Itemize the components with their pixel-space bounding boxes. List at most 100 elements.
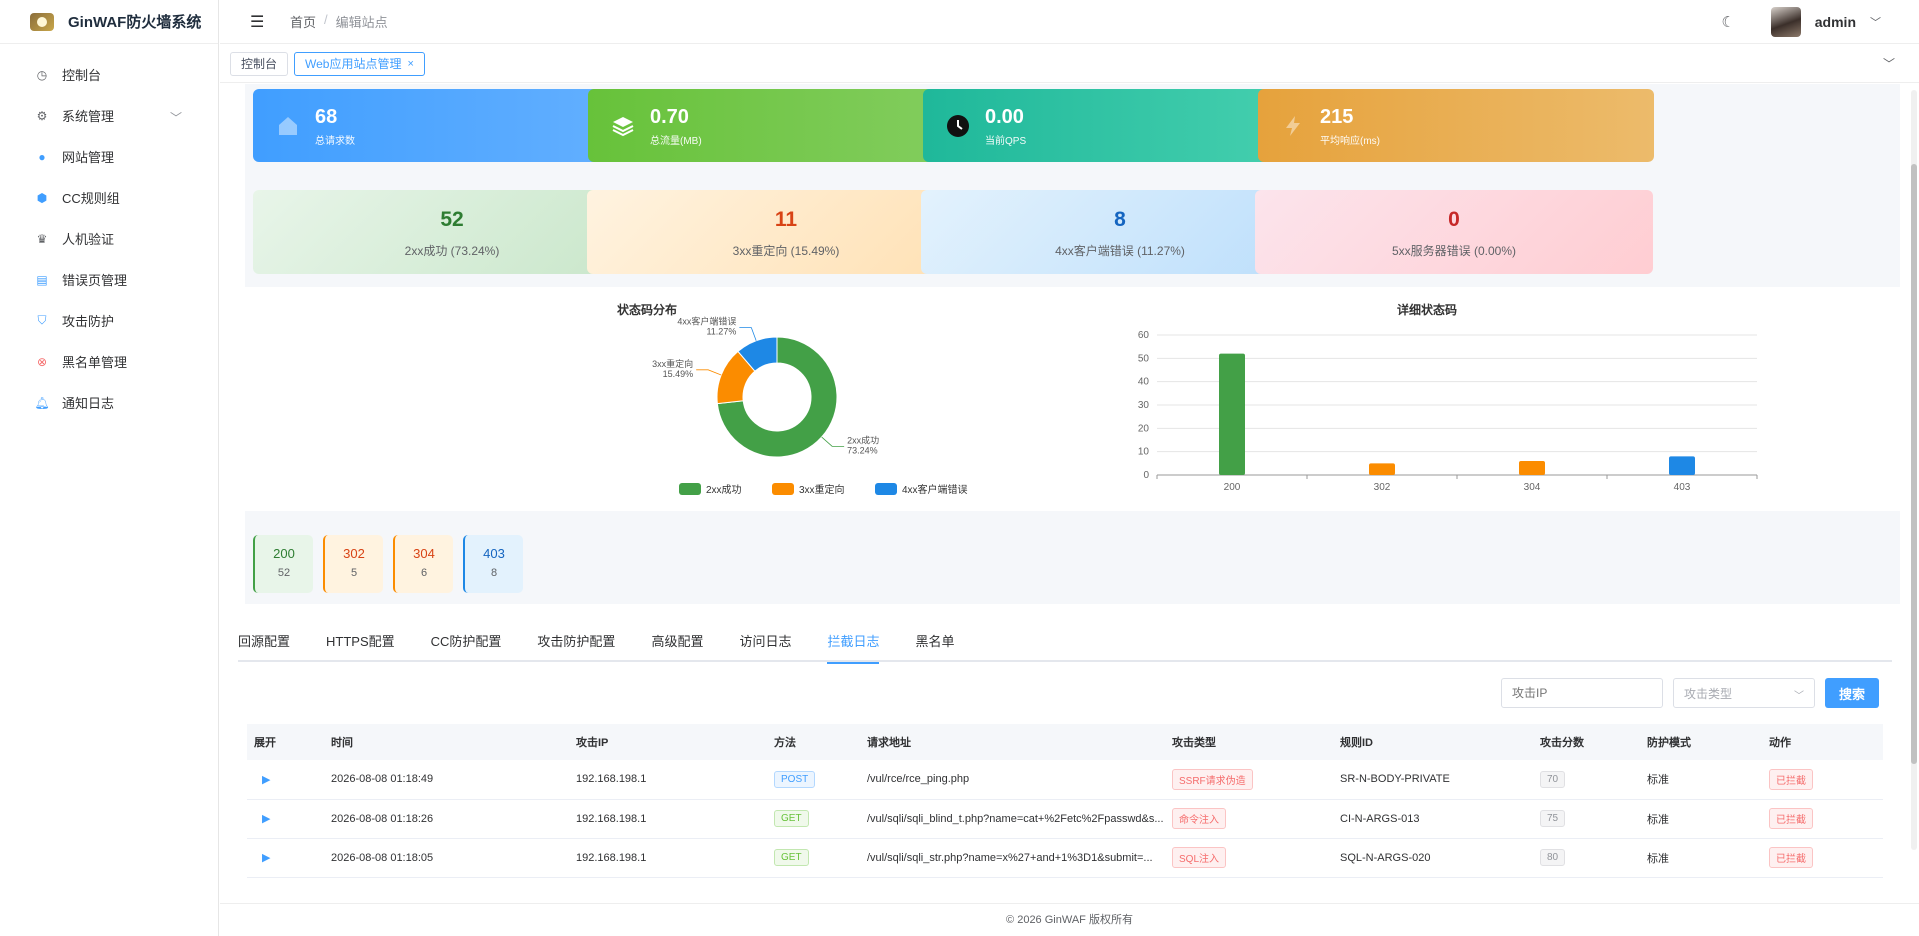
tag-site-management[interactable]: Web应用站点管理 × xyxy=(294,51,425,76)
x-tick-label: 304 xyxy=(1524,482,1541,493)
tab-https[interactable]: HTTPS配置 xyxy=(308,627,413,662)
block-log-table: 展开 时间 攻击IP 方法 请求地址 攻击类型 规则ID 攻击分数 防护模式 动… xyxy=(247,724,1883,878)
table-row[interactable]: ▶ 2026-08-08 01:18:05 192.168.198.1 GET … xyxy=(247,838,1883,878)
expand-icon[interactable]: ▶ xyxy=(254,774,270,786)
status-card-5xx: 0 5xx服务器错误 (0.00%) xyxy=(1255,190,1653,274)
tag-label: Web应用站点管理 xyxy=(305,57,402,71)
legend-label: 2xx成功 xyxy=(706,484,742,496)
sidebar-item-attack-protection[interactable]: ⛉ 攻击防护 xyxy=(0,300,218,341)
y-tick-label: 20 xyxy=(1138,423,1150,434)
sidebar-item-label: 攻击防护 xyxy=(62,314,115,329)
cell-time: 2026-08-08 01:18:26 xyxy=(324,799,569,839)
tab-access-log[interactable]: 访问日志 xyxy=(721,627,809,662)
cell-ip: 192.168.198.1 xyxy=(569,799,767,839)
main-content: 68 总请求数 0.70 总流量(MB) 0.00 当前QPS 215 平均响应… xyxy=(220,84,1919,936)
status-pie-chart: 2xx成功73.24%3xx重定向15.49%4xx客户端错误11.27%2xx… xyxy=(652,316,968,496)
block-icon: ⊗ xyxy=(36,354,48,369)
search-button[interactable]: 搜索 xyxy=(1825,678,1879,708)
config-tabs: 回源配置 HTTPS配置 CC防护配置 攻击防护配置 高级配置 访问日志 拦截日… xyxy=(238,627,1892,664)
legend-label: 3xx重定向 xyxy=(799,483,845,496)
code-tile-code: 200 xyxy=(273,546,295,561)
sidebar-item-label: 错误页管理 xyxy=(62,273,128,288)
action-badge: 已拦截 xyxy=(1769,808,1813,829)
chevron-down-icon[interactable]: ﹀ xyxy=(1870,14,1881,30)
cell-rule-id: CI-N-ARGS-013 xyxy=(1333,799,1533,839)
expand-icon[interactable]: ▶ xyxy=(254,852,270,864)
table-row[interactable]: ▶ 2026-08-08 01:18:49 192.168.198.1 POST… xyxy=(247,760,1883,800)
cell-time: 2026-08-08 01:18:05 xyxy=(324,838,569,878)
y-tick-label: 60 xyxy=(1138,330,1150,341)
cell-url: /vul/sqli/sqli_blind_t.php?name=cat+%2Fe… xyxy=(860,799,1165,839)
logo-icon xyxy=(30,12,54,31)
method-badge: GET xyxy=(774,849,809,866)
score-badge: 70 xyxy=(1540,770,1566,788)
tab-cc[interactable]: CC防护配置 xyxy=(413,627,520,662)
sidebar-item-sites[interactable]: ● 网站管理 xyxy=(0,136,218,177)
col-rule-id: 规则ID xyxy=(1333,724,1533,760)
table-row[interactable]: ▶ 2026-08-08 01:18:26 192.168.198.1 GET … xyxy=(247,799,1883,839)
tab-attack[interactable]: 攻击防护配置 xyxy=(519,627,633,662)
dark-mode-icon[interactable]: ☾ xyxy=(1721,13,1734,31)
pie-label: 11.27% xyxy=(706,327,736,337)
breadcrumb: 首页 / 编辑站点 xyxy=(290,12,388,31)
bell-icon: 🔔︎ xyxy=(34,395,50,410)
sidebar-item-system[interactable]: ⚙ 系统管理 ﹀ xyxy=(0,95,218,136)
legend-swatch xyxy=(772,483,794,495)
sidebar-item-dashboard[interactable]: ◷ 控制台 xyxy=(0,54,218,95)
scrollbar-thumb[interactable] xyxy=(1911,164,1917,764)
avatar[interactable] xyxy=(1770,7,1801,37)
chevron-down-icon: ﹀ xyxy=(1794,691,1804,702)
attack-type-badge: 命令注入 xyxy=(1172,808,1226,829)
close-icon[interactable]: × xyxy=(407,58,413,70)
username[interactable]: admin xyxy=(1815,14,1856,30)
settings-icon: ⚙ xyxy=(36,108,48,123)
tab-advanced[interactable]: 高级配置 xyxy=(633,627,721,662)
legend-swatch xyxy=(875,483,897,495)
top-header: ☰ 首页 / 编辑站点 ☾ admin ﹀ xyxy=(220,0,1919,44)
action-badge: 已拦截 xyxy=(1769,847,1813,868)
pie-label: 3xx重定向 xyxy=(652,358,693,369)
charts-card: 状态码分布 详细状态码 2xx成功 73.24% 3xx重定向 15.49% 4xx客户… xyxy=(237,287,1909,511)
attack-type-select[interactable]: 攻击类型 ﹀ xyxy=(1673,678,1815,708)
expand-icon[interactable]: ▶ xyxy=(254,813,270,825)
sidebar-item-captcha[interactable]: ♛ 人机验证 xyxy=(0,218,218,259)
clock-icon xyxy=(945,113,971,139)
robot-icon: ♛ xyxy=(36,231,48,246)
select-placeholder: 攻击类型 xyxy=(1684,686,1733,701)
attack-ip-input[interactable] xyxy=(1501,678,1663,708)
tab-origin[interactable]: 回源配置 xyxy=(238,627,308,662)
breadcrumb-home[interactable]: 首页 xyxy=(290,12,316,31)
code-tile-403: 403 8 xyxy=(463,535,523,593)
tag-label: 控制台 xyxy=(241,57,278,71)
pie-leader-line xyxy=(739,327,757,341)
tab-blacklist[interactable]: 黑名单 xyxy=(897,627,972,662)
y-tick-label: 30 xyxy=(1138,400,1150,411)
code-tile-count: 8 xyxy=(490,567,498,579)
pie-leader-line xyxy=(821,436,845,447)
sidebar-menu: ◷ 控制台 ⚙ 系统管理 ﹀ ● 网站管理 ⬢ CC规则组 ♛ 人机验证 ▤ 错误页管理 ⛉ 攻… xyxy=(0,44,218,423)
status-label: 5xx服务器错误 (0.00%) xyxy=(1391,244,1517,258)
bar xyxy=(1369,463,1395,475)
col-time: 时间 xyxy=(324,724,569,760)
sidebar-item-blacklist[interactable]: ⊗ 黑名单管理 xyxy=(0,341,218,382)
chevron-down-icon[interactable]: ﹀ xyxy=(1883,55,1895,72)
filter-bar: 攻击类型 ﹀ 搜索 xyxy=(1501,678,1879,708)
col-method: 方法 xyxy=(767,724,860,760)
code-tile-count: 5 xyxy=(350,567,358,579)
tag-dashboard[interactable]: 控制台 xyxy=(230,51,289,76)
sidebar-item-label: 系统管理 xyxy=(62,109,115,124)
sidebar-item-notify-log[interactable]: 🔔︎ 通知日志 xyxy=(0,382,218,423)
tab-block-log[interactable]: 拦截日志 xyxy=(809,627,897,664)
menu-toggle-icon[interactable]: ☰ xyxy=(250,12,268,32)
sidebar-item-label: CC规则组 xyxy=(62,191,120,206)
sidebar-item-cc-rules[interactable]: ⬢ CC规则组 xyxy=(0,177,218,218)
breadcrumb-current: 编辑站点 xyxy=(335,15,388,30)
sidebar-item-error-pages[interactable]: ▤ 错误页管理 xyxy=(0,259,218,300)
code-tile-count: 52 xyxy=(277,567,291,579)
sidebar-item-label: 黑名单管理 xyxy=(62,355,128,370)
x-tick-label: 302 xyxy=(1374,482,1391,493)
legend-label: 4xx客户端错误 xyxy=(902,483,968,496)
breadcrumb-separator: / xyxy=(324,12,328,27)
legend-swatch xyxy=(679,483,701,495)
stat-value: 215 xyxy=(1320,106,1354,128)
